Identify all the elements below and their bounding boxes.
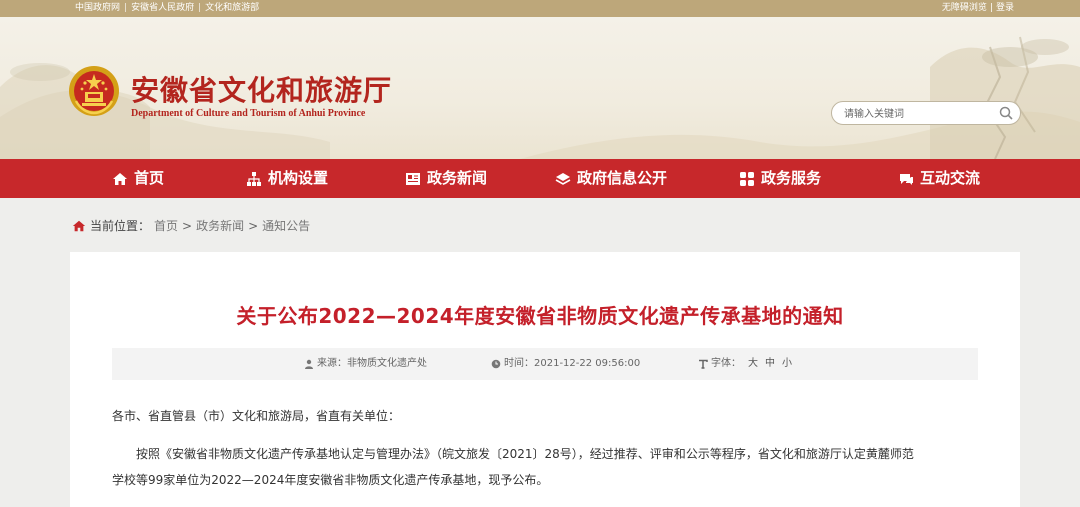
top-right-links: 无障碍浏览 | 登录 (939, 0, 1014, 17)
article-paragraph-line: 学校等99家单位为2022—2024年度安徽省非物质文化遗产传承基地，现予公布。 (112, 473, 549, 487)
search-input[interactable] (842, 105, 996, 123)
nav-item-organization[interactable]: 机构设置 (246, 159, 328, 198)
nav-item-label: 互动交流 (920, 169, 981, 187)
breadcrumb-item-home[interactable]: 首页 (154, 217, 178, 234)
breadcrumb: 当前位置： 首页 > 政务新闻 > 通知公告 (72, 217, 310, 234)
nav-item-label: 政务服务 (761, 169, 822, 187)
article-source: 来源：非物质文化遗产处 (304, 348, 427, 380)
nav-item-news[interactable]: 政务新闻 (405, 159, 487, 198)
nav-item-label: 政府信息公开 (577, 169, 668, 187)
top-link-gov[interactable]: 中国政府网 (75, 3, 120, 13)
national-emblem-icon (69, 66, 119, 116)
divider: | (198, 3, 202, 13)
font-size-control: 字体： 大 中 小 (698, 348, 792, 380)
news-icon (406, 172, 420, 185)
site-header: 安徽省文化和旅游厅 Department of Culture and Tour… (0, 17, 1080, 159)
article-time: 时间：2021-12-22 09:56:00 (491, 348, 640, 380)
divider: | (124, 3, 128, 13)
nav-item-home[interactable]: 首页 (112, 159, 164, 198)
nav-item-label: 机构设置 (268, 169, 329, 187)
person-icon (305, 359, 313, 369)
site-subtitle: Department of Culture and Tourism of Anh… (131, 108, 366, 119)
top-link-ministry[interactable]: 文化和旅游部 (205, 3, 259, 13)
org-chart-icon (247, 171, 261, 186)
breadcrumb-item-news[interactable]: 政务新闻 (196, 217, 244, 234)
nav-item-services[interactable]: 政务服务 (739, 159, 821, 198)
nav-item-label: 政务新闻 (427, 169, 488, 187)
breadcrumb-label: 当前位置： (90, 219, 151, 233)
article-meta-bar: 来源：非物质文化遗产处 时间：2021-12-22 09:56:00 字体： 大… (112, 348, 978, 380)
divider: | (989, 3, 993, 13)
nav-item-label: 首页 (134, 169, 165, 187)
top-link-bar: 中国政府网 | 安徽省人民政府 | 文化和旅游部 无障碍浏览 | 登录 (0, 0, 1080, 17)
nav-item-interaction[interactable]: 互动交流 (898, 159, 980, 198)
nav-item-gov-info[interactable]: 政府信息公开 (555, 159, 667, 198)
clock-icon (491, 359, 501, 369)
home-icon (113, 172, 127, 185)
chat-icon (900, 173, 913, 185)
search-box (831, 101, 1021, 125)
top-links: 中国政府网 | 安徽省人民政府 | 文化和旅游部 (75, 0, 263, 17)
breadcrumb-separator: > (248, 218, 259, 233)
article-title: 关于公布2022—2024年度安徽省非物质文化遗产传承基地的通知 (236, 304, 844, 328)
login-link[interactable]: 登录 (996, 3, 1014, 13)
article-paragraph-line: 按照《安徽省非物质文化遗产传承基地认定与管理办法》（皖文旅发〔2021〕28号）… (136, 447, 914, 461)
site-title: 安徽省文化和旅游厅 (131, 74, 393, 107)
source-text: 来源：非物质文化遗产处 (317, 358, 427, 369)
breadcrumb-item-notices[interactable]: 通知公告 (262, 217, 310, 234)
search-icon[interactable] (998, 105, 1014, 121)
font-size-medium[interactable]: 中 (765, 348, 775, 380)
accessibility-link[interactable]: 无障碍浏览 (942, 3, 987, 13)
layers-icon (555, 172, 571, 185)
breadcrumb-separator: > (182, 218, 193, 233)
article-greeting: 各市、省直管县（市）文化和旅游局，省直有关单位： (112, 409, 401, 423)
top-link-anhui-gov[interactable]: 安徽省人民政府 (131, 3, 194, 13)
grid-icon (740, 171, 754, 186)
font-size-large[interactable]: 大 (748, 348, 758, 380)
font-size-label: 字体： (711, 358, 741, 369)
time-text: 时间：2021-12-22 09:56:00 (504, 358, 641, 369)
font-icon (699, 359, 708, 369)
font-size-small[interactable]: 小 (782, 348, 792, 380)
home-icon (72, 220, 86, 231)
main-nav: 首页 机构设置 政务新闻 政府信息公开 政务服务 互动交流 (0, 159, 1080, 198)
